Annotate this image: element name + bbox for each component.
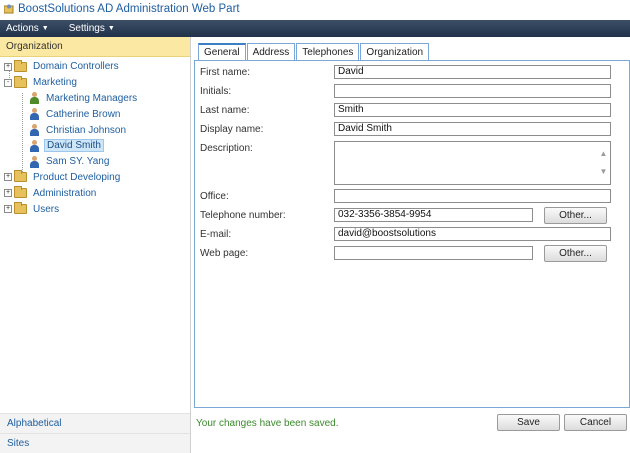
first-name-field[interactable]: David (334, 65, 611, 79)
initials-label: Initials: (200, 86, 232, 97)
tab-strip: General Address Telephones Organization (198, 43, 430, 60)
folder-icon (14, 186, 27, 199)
tree-node-product-developing[interactable]: + Product Developing (0, 170, 190, 186)
folder-icon (14, 170, 27, 183)
tree-node-label[interactable]: Administration (31, 188, 98, 199)
webpage-label: Web page: (200, 248, 249, 259)
user-icon (29, 139, 40, 152)
actions-menu[interactable]: Actions ▼ (6, 23, 49, 34)
tree-node-marketing[interactable]: - Marketing (0, 75, 190, 91)
title-bar: BoostSolutions AD Administration Web Par… (0, 0, 630, 18)
alphabetical-link[interactable]: Alphabetical (0, 413, 190, 433)
expand-icon[interactable]: + (4, 189, 12, 198)
webpart-icon (3, 4, 14, 14)
user-icon (29, 108, 40, 121)
webpage-field[interactable] (334, 246, 533, 260)
left-pane-footer: Alphabetical Sites (0, 413, 190, 453)
tree-node-administration[interactable]: + Administration (0, 185, 190, 201)
display-name-label: Display name: (200, 124, 264, 135)
collapse-icon[interactable]: - (4, 78, 12, 87)
save-button[interactable]: Save (497, 414, 560, 431)
tree-node-label[interactable]: Domain Controllers (31, 61, 121, 72)
tree-node-catherine-brown[interactable]: Catherine Brown (0, 106, 190, 122)
expand-icon[interactable]: + (4, 205, 12, 214)
description-label: Description: (200, 143, 253, 154)
tree-node-label[interactable]: Product Developing (31, 172, 122, 183)
tab-organization[interactable]: Organization (360, 43, 430, 60)
settings-menu-label: Settings (68, 23, 105, 34)
settings-menu[interactable]: Settings ▼ (69, 23, 115, 34)
telephone-field[interactable]: 032-3356-3854-9954 (334, 208, 533, 222)
tree-node-marketing-managers[interactable]: Marketing Managers (0, 91, 190, 107)
expand-icon[interactable]: + (4, 173, 12, 182)
display-name-field[interactable]: David Smith (334, 122, 611, 136)
tree-node-users[interactable]: + Users (0, 201, 190, 217)
group-icon (29, 92, 40, 105)
telephone-label: Telephone number: (200, 210, 286, 221)
organization-tree: + Domain Controllers - Marketing Marketi… (0, 57, 190, 217)
left-pane: Organization + Domain Controllers - Mark… (0, 37, 191, 453)
app-title: BoostSolutions AD Administration Web Par… (18, 3, 240, 15)
menu-bar: Actions ▼ Settings ▼ (0, 20, 630, 37)
tree-node-label[interactable]: Marketing Managers (44, 93, 139, 104)
tree-node-label[interactable]: Christian Johnson (44, 125, 128, 136)
scroll-up-icon[interactable]: ▲ (599, 150, 608, 158)
tree-node-david-smith[interactable]: David Smith (0, 138, 190, 154)
folder-open-icon (14, 75, 27, 88)
cancel-button[interactable]: Cancel (564, 414, 627, 431)
tab-general[interactable]: General (198, 43, 246, 60)
tree-node-domain-controllers[interactable]: + Domain Controllers (0, 59, 190, 75)
webpage-other-button[interactable]: Other... (544, 245, 607, 262)
organization-header[interactable]: Organization (0, 37, 190, 57)
folder-icon (14, 59, 27, 72)
scroll-down-icon[interactable]: ▼ (599, 168, 608, 176)
tree-node-christian-johnson[interactable]: Christian Johnson (0, 122, 190, 138)
first-name-label: First name: (200, 67, 251, 78)
folder-icon (14, 202, 27, 215)
office-label: Office: (200, 191, 229, 202)
status-message: Your changes have been saved. (196, 418, 339, 429)
tab-address[interactable]: Address (246, 43, 296, 60)
user-icon (29, 124, 40, 137)
tree-node-label[interactable]: Marketing (31, 77, 79, 88)
sites-link[interactable]: Sites (0, 433, 190, 453)
chevron-down-icon: ▼ (41, 25, 49, 32)
tree-node-label[interactable]: Users (31, 204, 61, 215)
tree-node-sam-yang[interactable]: Sam SY. Yang (0, 154, 190, 170)
expand-icon[interactable]: + (4, 62, 12, 71)
user-icon (29, 155, 40, 168)
description-field[interactable]: ▲ ▼ (334, 141, 611, 185)
telephone-other-button[interactable]: Other... (544, 207, 607, 224)
tree-node-label[interactable]: Catherine Brown (44, 109, 122, 120)
email-field[interactable]: david@boostsolutions (334, 227, 611, 241)
email-label: E-mail: (200, 229, 232, 240)
tree-node-label[interactable]: David Smith (44, 139, 104, 153)
actions-menu-label: Actions (6, 23, 39, 34)
initials-field[interactable] (334, 84, 611, 98)
tree-node-label[interactable]: Sam SY. Yang (44, 156, 111, 167)
office-field[interactable] (334, 189, 611, 203)
last-name-field[interactable]: Smith (334, 103, 611, 117)
tab-telephones[interactable]: Telephones (296, 43, 360, 60)
chevron-down-icon: ▼ (107, 25, 115, 32)
last-name-label: Last name: (200, 105, 250, 116)
